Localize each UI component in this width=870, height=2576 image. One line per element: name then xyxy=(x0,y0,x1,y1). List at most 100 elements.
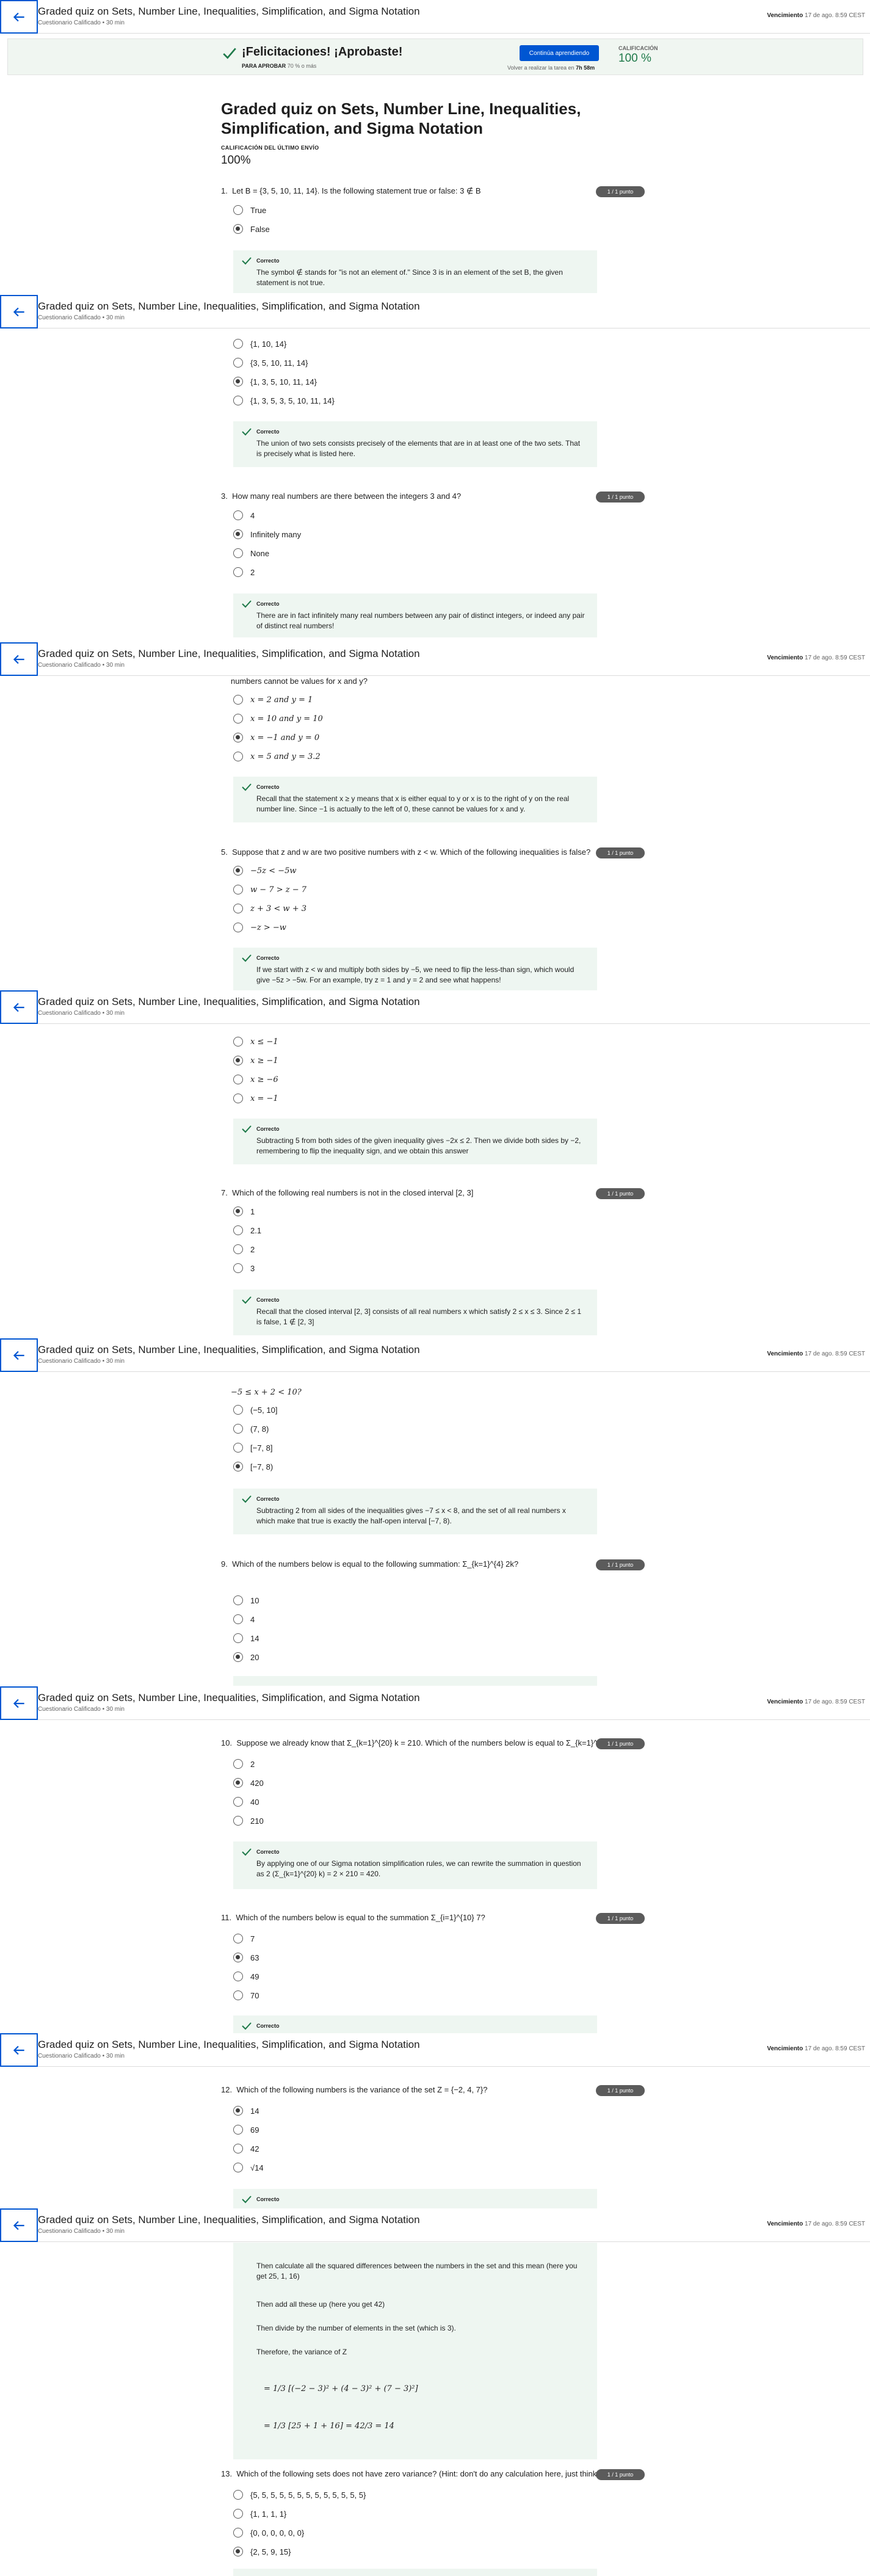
option[interactable]: z + 3 < w + 3 xyxy=(233,903,306,914)
feedback-correct xyxy=(233,2569,597,2576)
back-button[interactable] xyxy=(0,0,38,34)
option[interactable]: 69 xyxy=(233,2124,259,2135)
radio-icon xyxy=(233,1614,243,1624)
radio-selected-icon xyxy=(233,2106,243,2116)
page-title: Graded quiz on Sets, Number Line, Inequa… xyxy=(221,100,581,137)
option[interactable]: 3 xyxy=(233,1263,255,1274)
radio-icon xyxy=(233,339,243,349)
option[interactable]: 63 xyxy=(233,1952,259,1963)
option[interactable]: {1, 10, 14} xyxy=(233,338,286,349)
option[interactable]: {0, 0, 0, 0, 0, 0} xyxy=(233,2527,304,2538)
points-badge: 1 / 1 punto xyxy=(596,1559,645,1570)
back-button[interactable] xyxy=(0,2208,38,2242)
option[interactable]: {1, 3, 5, 10, 11, 14} xyxy=(233,376,317,387)
radio-icon xyxy=(233,1037,243,1047)
back-button[interactable] xyxy=(0,642,38,676)
option[interactable]: x ≥ −1 xyxy=(233,1055,278,1066)
header-subtitle: Cuestionario Calificado • 30 min xyxy=(38,662,125,669)
feedback-text: Subtracting 5 from both sides of the giv… xyxy=(256,1136,581,1155)
check-icon xyxy=(223,48,236,59)
option[interactable]: 49 xyxy=(233,1971,259,1982)
check-icon xyxy=(242,783,252,791)
question-11-prompt: 11. Which of the numbers below is equal … xyxy=(221,1913,485,1922)
option[interactable]: −z > −w xyxy=(233,922,286,933)
option[interactable]: 7 xyxy=(233,1933,255,1944)
radio-icon xyxy=(233,358,243,368)
option[interactable]: 14 xyxy=(233,2105,259,2116)
option[interactable]: {3, 5, 10, 11, 14} xyxy=(233,357,308,368)
option[interactable]: x = 5 and y = 3.2 xyxy=(233,751,321,762)
option[interactable]: {5, 5, 5, 5, 5, 5, 5, 5, 5, 5, 5, 5, 5} xyxy=(233,2489,366,2500)
back-button[interactable] xyxy=(0,295,38,328)
grade-value: 100 % xyxy=(618,52,651,65)
option[interactable]: 4 xyxy=(233,1614,255,1625)
radio-icon xyxy=(233,1405,243,1415)
radio-icon xyxy=(233,1244,243,1254)
option[interactable]: 420 xyxy=(233,1777,264,1788)
radio-icon xyxy=(233,923,243,932)
header-title: Graded quiz on Sets, Number Line, Inequa… xyxy=(38,1692,420,1703)
header-title: Graded quiz on Sets, Number Line, Inequa… xyxy=(38,648,420,659)
feedback-correct-continued: Then calculate all the squared differenc… xyxy=(233,2243,597,2459)
option[interactable]: None xyxy=(233,548,269,559)
arrow-left-icon xyxy=(13,12,24,21)
radio-selected-icon xyxy=(233,1953,243,1962)
quiz-header: Graded quiz on Sets, Number Line, Inequa… xyxy=(0,1686,870,1720)
feedback-label: Correcto xyxy=(256,1849,280,1855)
option[interactable]: 14 xyxy=(233,1633,259,1644)
option[interactable]: 40 xyxy=(233,1796,259,1807)
points-badge: 1 / 1 punto xyxy=(596,2085,645,2096)
last-grade-value: 100% xyxy=(221,154,251,167)
back-button[interactable] xyxy=(0,1338,38,1372)
option[interactable]: False xyxy=(233,223,270,234)
feedback-label: Correcto xyxy=(256,1297,280,1303)
feedback-correct: Correcto Recall that the statement x ≥ y… xyxy=(233,777,597,822)
header-subtitle: Cuestionario Calificado • 30 min xyxy=(38,2053,125,2059)
option[interactable]: 1 xyxy=(233,1206,255,1217)
option[interactable]: [−7, 8] xyxy=(233,1442,273,1453)
option[interactable]: 2 xyxy=(233,1758,255,1769)
option[interactable]: 42 xyxy=(233,2143,259,2154)
option[interactable]: (−5, 10] xyxy=(233,1404,277,1415)
option[interactable]: w − 7 > z − 7 xyxy=(233,884,306,895)
option[interactable]: 4 xyxy=(233,510,255,521)
option[interactable]: x = −1 xyxy=(233,1093,278,1104)
option[interactable]: 20 xyxy=(233,1652,259,1663)
feedback-label: Correcto xyxy=(256,2196,280,2202)
option[interactable]: (7, 8) xyxy=(233,1423,269,1434)
option[interactable]: {2, 5, 9, 15} xyxy=(233,2546,291,2557)
radio-selected-icon xyxy=(233,2547,243,2556)
option[interactable]: −5z < −5w xyxy=(233,865,296,876)
option[interactable]: {1, 3, 5, 3, 5, 10, 11, 14} xyxy=(233,395,335,406)
continue-learning-button[interactable]: Continúa aprendiendo xyxy=(520,45,599,61)
option[interactable]: Infinitely many xyxy=(233,529,301,540)
option[interactable]: x = −1 and y = 0 xyxy=(233,732,319,743)
back-button[interactable] xyxy=(0,1686,38,1720)
option[interactable]: √14 xyxy=(233,2162,264,2173)
option[interactable]: 2 xyxy=(233,1244,255,1255)
feedback-correct: Correcto Subtracting 5 from both sides o… xyxy=(233,1119,597,1164)
arrow-left-icon xyxy=(13,2221,24,2230)
option[interactable]: [−7, 8) xyxy=(233,1461,273,1472)
option[interactable]: {1, 1, 1, 1} xyxy=(233,2508,286,2519)
check-icon xyxy=(242,954,252,962)
option[interactable]: 2 xyxy=(233,567,255,578)
back-button[interactable] xyxy=(0,990,38,1024)
feedback-label: Correcto xyxy=(256,429,280,435)
option[interactable]: x ≤ −1 xyxy=(233,1036,278,1047)
due-date: Vencimiento 17 de ago. 8:59 CEST xyxy=(767,655,865,661)
option[interactable]: x = 10 and y = 10 xyxy=(233,713,323,724)
feedback-text: Therefore, the variance of Z xyxy=(256,2348,347,2356)
header-subtitle: Cuestionario Calificado • 30 min xyxy=(38,1706,125,1713)
option[interactable]: 10 xyxy=(233,1595,259,1606)
header-title: Graded quiz on Sets, Number Line, Inequa… xyxy=(38,1344,420,1355)
header-title: Graded quiz on Sets, Number Line, Inequa… xyxy=(38,2214,420,2226)
option[interactable]: x ≥ −6 xyxy=(233,1074,278,1085)
option[interactable]: 2.1 xyxy=(233,1225,261,1236)
option[interactable]: 70 xyxy=(233,1990,259,2001)
back-button[interactable] xyxy=(0,2033,38,2067)
radio-icon xyxy=(233,2125,243,2135)
option[interactable]: True xyxy=(233,205,266,216)
option[interactable]: 210 xyxy=(233,1815,264,1826)
option[interactable]: x = 2 and y = 1 xyxy=(233,694,313,705)
